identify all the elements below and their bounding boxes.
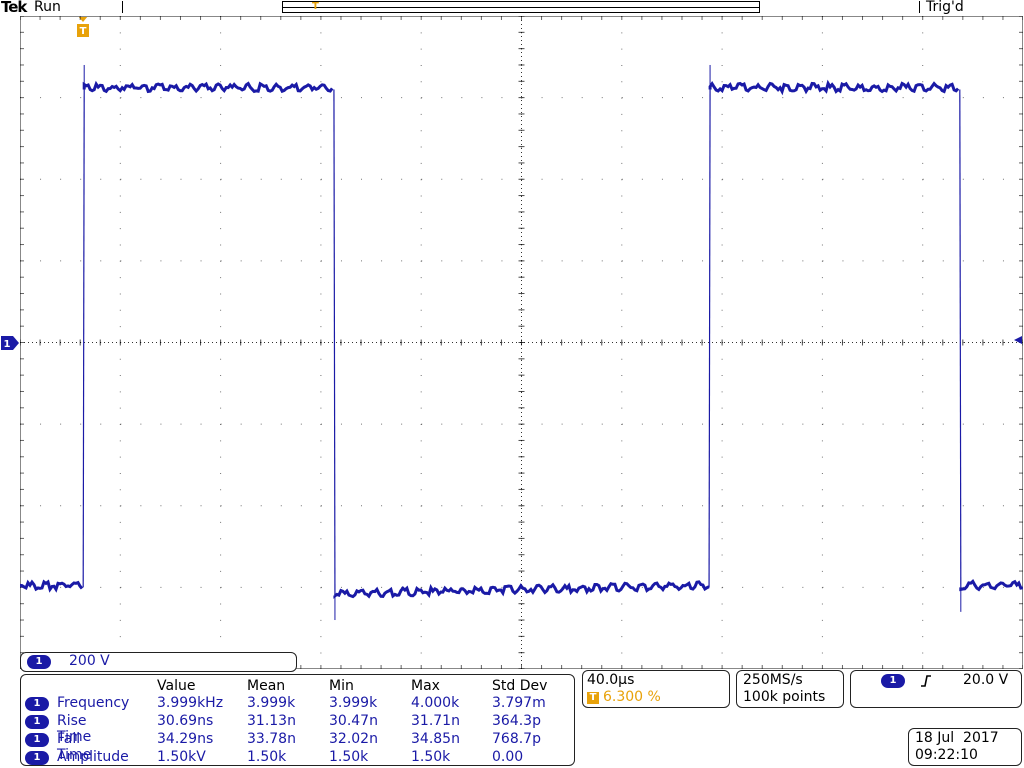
waveform-edge [959,89,962,588]
trigger-status: Trig'd [926,0,964,15]
measurement-name: Amplitude [57,749,129,765]
rising-edge-icon [921,675,931,687]
waveform-edge [82,89,85,588]
measurement-min: 3.999k [329,695,378,711]
measurement-max: 1.50k [411,749,451,765]
channel-scale-readout[interactable]: 1 200 V [20,652,297,672]
measurement-max: 31.71n [411,713,460,729]
date-time-readout: 18 Jul 2017 09:22:10 [908,728,1022,766]
measurement-mean: 1.50k [247,749,287,765]
channel-scale-value: 200 V [69,653,110,669]
trigger-source-badge: 1 [881,674,905,688]
measurement-max: 34.85n [411,731,460,747]
col-header-std-dev: Std Dev [492,678,548,694]
measurement-std-dev: 3.797m [492,695,546,711]
waveform-edge [708,89,711,588]
measurement-value: 3.999kHz [157,695,224,711]
acquisition-status[interactable]: Run [34,0,61,15]
channel-1-badge: 1 [25,697,49,711]
measurement-value: 34.29ns [157,731,214,747]
measurement-name: Frequency [57,695,130,711]
col-header-mean: Mean [247,678,286,694]
col-header-min: Min [329,678,354,694]
sample-rate: 250MS/s [743,672,803,688]
measurement-mean: 31.13n [247,713,296,729]
date: 18 Jul 2017 [915,730,999,746]
status-bar: Tek Run T Trig'd [0,0,1024,16]
measurement-min: 1.50k [329,749,369,765]
trigger-position: 6.300 % [603,689,661,705]
measurement-min: 30.47n [329,713,378,729]
measurement-std-dev: 364.3p [492,713,541,729]
trigger-position-icon: T [587,692,599,704]
waveform-level-segment [959,579,1023,592]
brand-logo: Tek [1,0,27,16]
waveform-edge [333,89,336,596]
horizontal-scale: 40.0μs [587,672,635,688]
time: 09:22:10 [915,747,978,763]
channel-1-badge: 1 [25,715,49,729]
measurement-mean: 33.78n [247,731,296,747]
channel-1-offset-arrow-icon [1014,336,1022,344]
waveform-level-segment [20,579,84,593]
acquisition-readout[interactable]: 250MS/s 100k points [736,670,844,708]
measurement-value: 1.50kV [157,749,206,765]
measurement-mean: 3.999k [247,695,296,711]
horizontal-readout[interactable]: 40.0μs T 6.300 % [582,670,730,708]
channel-1-badge: 1 [25,733,49,747]
measurement-std-dev: 0.00 [492,749,524,765]
channel-1-badge: 1 [25,751,49,765]
measurement-value: 30.69ns [157,713,214,729]
waveform-level-segment [82,80,334,94]
svg-text:1: 1 [4,339,11,350]
waveform-level-segment [708,79,960,96]
col-header-max: Max [411,678,440,694]
waveform-display[interactable] [20,16,1023,669]
channel-1-badge: 1 [27,655,51,669]
measurement-std-dev: 768.7p [492,731,541,747]
channel-1-ground-icon[interactable]: 1 [1,336,19,350]
measurement-min: 32.02n [329,731,378,747]
trigger-position-mini-icon: T [312,1,319,12]
trigger-readout[interactable]: 1 20.0 V [850,670,1022,708]
measurement-max: 4.000k [411,695,460,711]
measurements-panel[interactable]: Value Mean Min Max Std Dev 1 Frequency 3… [20,674,575,766]
col-header-value: Value [157,678,196,694]
record-view-window[interactable] [282,1,760,13]
record-length: 100k points [743,689,826,705]
trigger-level: 20.0 V [963,672,1009,688]
